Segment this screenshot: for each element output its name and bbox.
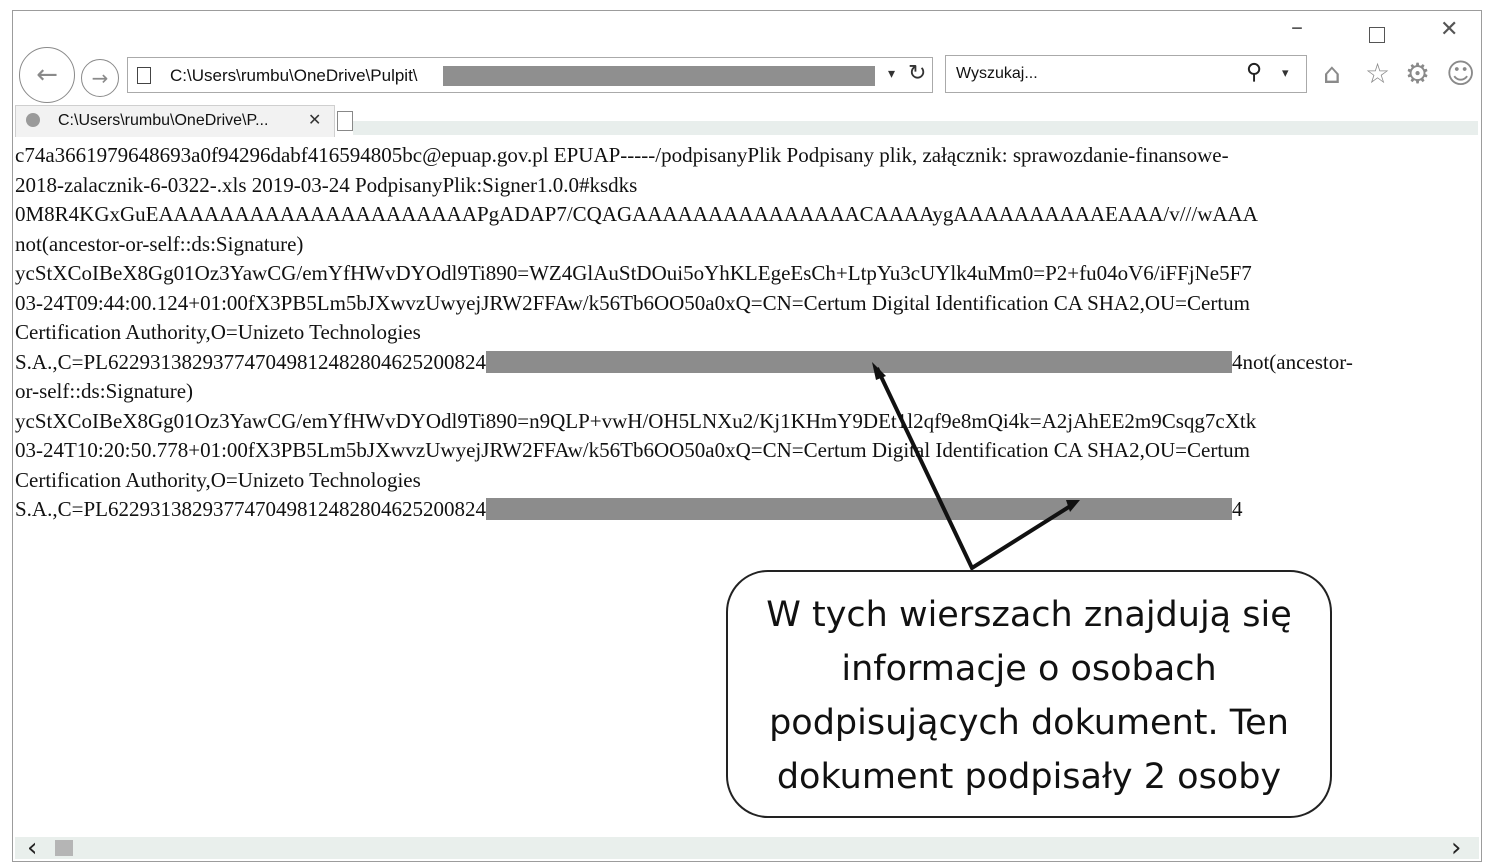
document-line-text: S.A.,C=PL6229313829377470498124828046252… [15, 349, 486, 374]
document-line: not(ancestor-or-self::ds:Signature) [15, 230, 1481, 260]
tab-page-icon [26, 113, 40, 127]
document-line: ycStXCoIBeX8Gg01Oz3YawCG/emYfHWvDYOdl9Ti… [15, 259, 1481, 289]
document-line-text: 2018-zalacznik-6-0322-.xls 2019-03-24 Po… [15, 172, 638, 197]
document-line-tail: 4 [1231, 497, 1243, 521]
browser-tab[interactable]: C:\Users\rumbu\OneDrive\P... ✕ [15, 105, 335, 137]
feedback-smiley-icon[interactable]: ☺ [1446, 57, 1475, 90]
document-line-tail: 4not(ancestor- [1231, 349, 1353, 374]
document-line: S.A.,C=PL6229313829377470498124828046252… [15, 495, 1481, 525]
search-dropdown-icon[interactable]: ▾ [1282, 65, 1289, 81]
scroll-left-icon[interactable]: ‹ [27, 833, 37, 861]
search-box[interactable]: Wyszukaj... ⚲ ▾ [945, 55, 1307, 93]
tab-close-icon[interactable]: ✕ [308, 110, 321, 130]
address-text: C:\Users\rumbu\OneDrive\Pulpit\ [170, 66, 418, 85]
document-line: 03-24T10:20:50.778+01:00fX3PB5Lm5bJXwvzU… [15, 436, 1481, 466]
document-line-text: 0M8R4KGxGuEAAAAAAAAAAAAAAAAAAAAAPgADAP7/… [15, 202, 1258, 226]
document-line-text: S.A.,C=PL6229313829377470498124828046252… [15, 497, 486, 521]
page-icon [137, 67, 151, 84]
callout-line: W tych wierszach znajdują się [766, 595, 1292, 635]
document-line-text: not(ancestor-or-self::ds:Signature) [15, 231, 304, 256]
tab-strip [353, 121, 1478, 135]
document-line-text: 03-24T10:20:50.778+01:00fX3PB5Lm5bJXwvzU… [15, 438, 1250, 462]
minimize-button[interactable]: – [1291, 13, 1303, 41]
address-dropdown-icon[interactable]: ▾ [888, 65, 895, 82]
document-content: c74a3661979648693a0f94296dabf416594805bc… [15, 141, 1481, 525]
document-line-text: Certification Authority,O=Unizeto Techno… [15, 467, 421, 492]
refresh-icon[interactable]: ↻ [908, 61, 926, 86]
address-bar[interactable]: C:\Users\rumbu\OneDrive\Pulpit\ ▾ ↻ [127, 57, 933, 93]
redacted-signer-info [485, 350, 1232, 373]
close-window-button[interactable]: ✕ [1440, 17, 1458, 42]
back-button[interactable]: ← [19, 47, 75, 103]
document-line-text: ycStXCoIBeX8Gg01Oz3YawCG/emYfHWvDYOdl9Ti… [15, 261, 1252, 285]
new-tab-button[interactable] [337, 111, 353, 131]
search-icon[interactable]: ⚲ [1246, 60, 1262, 85]
document-line-text: c74a3661979648693a0f94296dabf416594805bc… [15, 143, 1229, 167]
document-line: c74a3661979648693a0f94296dabf416594805bc… [15, 141, 1481, 171]
document-line: 2018-zalacznik-6-0322-.xls 2019-03-24 Po… [15, 171, 1481, 201]
document-line: or-self::ds:Signature) [15, 377, 1481, 407]
callout-line: dokument podpisały 2 osoby [776, 757, 1282, 797]
document-line: Certification Authority,O=Unizeto Techno… [15, 466, 1481, 496]
scroll-right-icon[interactable]: › [1451, 833, 1461, 861]
scroll-thumb[interactable] [55, 840, 73, 856]
search-placeholder: Wyszukaj... [956, 65, 1038, 82]
document-line-text: 03-24T09:44:00.124+01:00fX3PB5Lm5bJXwvzU… [15, 290, 1250, 315]
document-line-text: or-self::ds:Signature) [15, 379, 194, 403]
callout-line: informacje o osobach [841, 649, 1217, 689]
document-line-text: ycStXCoIBeX8Gg01Oz3YawCG/emYfHWvDYOdl9Ti… [15, 408, 1257, 433]
favorites-icon[interactable]: ☆ [1365, 57, 1390, 90]
back-arrow-icon: ← [36, 60, 58, 90]
document-line-text: Certification Authority,O=Unizeto Techno… [15, 320, 421, 344]
redacted-address-part [443, 66, 875, 86]
settings-gear-icon[interactable]: ⚙ [1405, 57, 1430, 90]
forward-arrow-icon: → [91, 66, 109, 90]
redacted-signer-info [485, 498, 1232, 520]
home-icon[interactable]: ⌂ [1323, 57, 1341, 90]
callout-line: podpisujących dokument. Ten [769, 703, 1289, 743]
document-line: 03-24T09:44:00.124+01:00fX3PB5Lm5bJXwvzU… [15, 289, 1481, 319]
tab-title: C:\Users\rumbu\OneDrive\P... [58, 112, 269, 129]
forward-button[interactable]: → [81, 59, 119, 97]
document-line: S.A.,C=PL6229313829377470498124828046252… [15, 348, 1481, 378]
document-line: Certification Authority,O=Unizeto Techno… [15, 318, 1481, 348]
annotation-callout: W tych wierszach znajdują się informacje … [726, 570, 1332, 818]
document-line: 0M8R4KGxGuEAAAAAAAAAAAAAAAAAAAAAPgADAP7/… [15, 200, 1481, 230]
maximize-button[interactable] [1369, 27, 1385, 43]
horizontal-scrollbar[interactable]: ‹ › [15, 833, 1479, 861]
document-line: ycStXCoIBeX8Gg01Oz3YawCG/emYfHWvDYOdl9Ti… [15, 407, 1481, 437]
